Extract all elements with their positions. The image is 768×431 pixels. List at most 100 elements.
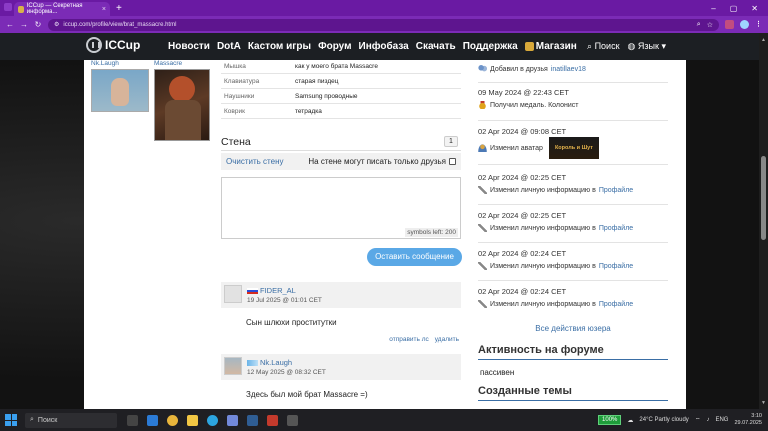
menu-item-support[interactable]: Поддержка [463,41,518,52]
profile-avatar-icon[interactable] [740,20,749,29]
telegram-icon[interactable] [207,414,218,426]
weather-text[interactable]: 24°C Partly cloudy [639,417,688,423]
volume-icon[interactable]: ♪ [706,417,709,423]
avatar[interactable] [224,357,242,375]
close-tab-icon[interactable]: × [102,6,106,13]
prop-key: Клавиатура [224,77,260,85]
friend-photo-1[interactable] [91,69,149,112]
clear-wall-link[interactable]: Очистить стену [226,157,284,166]
friend-photo-body [165,100,201,140]
activity-link[interactable]: inatillaev18 [551,66,586,73]
medal-icon [478,101,487,109]
reload-icon[interactable]: ↻ [34,20,42,29]
scrollbar-thumb[interactable] [761,156,766,240]
back-icon[interactable]: ← [6,20,14,29]
shop-label: Магазин [535,41,577,52]
browser-tab[interactable]: ICCup — Секретная информа... × [14,2,110,16]
folder-icon[interactable] [187,414,198,426]
language-select[interactable]: ◍ Язык ▾ [628,41,666,52]
site-info-icon[interactable]: ⚙ [54,21,59,28]
post-author-name: Nk.Laugh [260,358,293,367]
activity-date: 02 Apr 2024 @ 02:24 CET [478,249,567,258]
profile-link[interactable]: Профайле [599,187,633,194]
wall-post: FIDER_AL 19 Jul 2025 @ 01:01 CET Сын шлю… [221,282,461,343]
app-icon-2[interactable] [287,414,298,426]
battery-indicator[interactable]: 100% [598,415,622,425]
friend-photo-2[interactable] [154,69,210,141]
wall-page-button[interactable]: 1 [444,136,458,147]
menu-item-news[interactable]: Новости [168,41,210,52]
clock[interactable]: 3:10 29.07.2025 [734,413,762,427]
wall-title: Стена [221,136,251,148]
windows-start-icon[interactable] [5,414,17,426]
post-text: Здесь был мой брат Massacre =) [246,390,368,399]
post-author[interactable]: FIDER_AL [247,286,296,295]
activity-text: Добавил в друзья [490,65,548,73]
menu-item-forum[interactable]: Форум [318,41,351,52]
vscode-icon[interactable] [147,414,158,426]
new-tab-icon[interactable]: + [116,3,122,14]
browser-menu-icon[interactable]: ⋮ [755,20,762,29]
divider [221,150,461,151]
wall-options-bar: Очистить стену На стене могут писать тол… [221,153,461,170]
extension-icon[interactable] [725,20,734,29]
avatar[interactable] [224,285,242,303]
post-author-name: FIDER_AL [260,286,296,295]
language-indicator[interactable]: ENG [715,417,728,423]
menu-item-dota[interactable]: DotA [217,41,241,52]
bookmark-star-icon[interactable]: ☆ [707,21,713,29]
wall-post-header: Nk.Laugh 12 May 2025 @ 08:32 CET [221,354,461,380]
menu-item-shop[interactable]: Магазин [524,41,577,52]
friends-only-checkbox[interactable] [449,158,456,165]
profile-link[interactable]: Профайле [599,225,633,232]
url-field[interactable]: ⚙ iccup.com/profile/view/brat_massacre.h… [48,18,719,31]
close-window-icon[interactable]: ✕ [751,4,758,13]
zoom-icon[interactable]: ⌕ [697,21,701,29]
wrench-icon [478,300,487,308]
weather-icon[interactable]: ☁ [627,417,633,424]
friend-name-1[interactable]: Nk.Laugh [91,60,119,67]
profile-link[interactable]: Профайле [599,301,633,308]
minimize-icon[interactable]: – [711,4,715,13]
search-icon: ⌕ [587,41,593,51]
post-author[interactable]: Nk.Laugh [247,358,292,367]
site-search[interactable]: ⌕ Поиск [587,41,620,52]
tab-search-icon[interactable] [4,3,12,11]
task-view-icon[interactable] [127,414,138,426]
site-logo[interactable]: ICCup [86,37,140,53]
scroll-up-icon[interactable]: ▲ [761,37,766,43]
prop-key: Мышка [224,62,246,70]
network-icon[interactable]: ⌔ [695,416,701,424]
new-avatar-thumbnail[interactable]: Король и Шут [548,137,599,159]
activity-item: 02 Apr 2024 @ 02:25 CET Изменил личную и… [478,211,668,243]
chrome-icon[interactable] [167,414,178,426]
forward-icon[interactable]: → [20,20,28,29]
menu-item-infobase[interactable]: Инфобаза [359,41,409,52]
profile-link[interactable]: Профайле [599,263,633,270]
steam-icon[interactable] [247,414,258,426]
taskbar-search[interactable]: ⌕ Поиск [25,412,117,428]
menu-item-custom-games[interactable]: Кастом игры [248,41,311,52]
friend-photo-hair [169,76,195,102]
friends-icon [478,65,487,73]
prop-value: как у моего брата Massacre [295,62,378,70]
page-scrollbar[interactable]: ▲ ▼ [759,33,768,409]
all-user-actions-link[interactable]: Все действия юзера [478,324,668,333]
address-bar-row: ← → ↻ ⚙ iccup.com/profile/view/brat_mass… [0,16,768,33]
scroll-down-icon[interactable]: ▼ [761,400,766,406]
maximize-icon[interactable]: ▢ [730,4,738,13]
send-message-button[interactable]: Оставить сообщение [367,248,462,266]
discord-icon[interactable] [227,414,238,426]
friend-name-2[interactable]: Massacre [154,60,182,67]
send-pm-link[interactable]: отправить лс [389,336,429,343]
activity-item: 09 May 2024 @ 22:43 CET Получил медаль. … [478,88,668,121]
app-icon[interactable] [267,414,278,426]
menu-item-download[interactable]: Скачать [416,41,456,52]
activity-date: 02 Apr 2024 @ 02:24 CET [478,287,567,296]
system-tray: 100% ☁ 24°C Partly cloudy ⌔ ♪ ENG 3:10 2… [598,413,768,427]
flag-icon [247,359,258,366]
website-viewport: ICCup Новости DotA Кастом игры Форум Инф… [0,33,768,409]
created-topics-title: Созданные темы [478,385,668,401]
wall-message-input[interactable]: symbols left: 200 [221,177,461,239]
delete-post-link[interactable]: удалить [435,336,459,343]
